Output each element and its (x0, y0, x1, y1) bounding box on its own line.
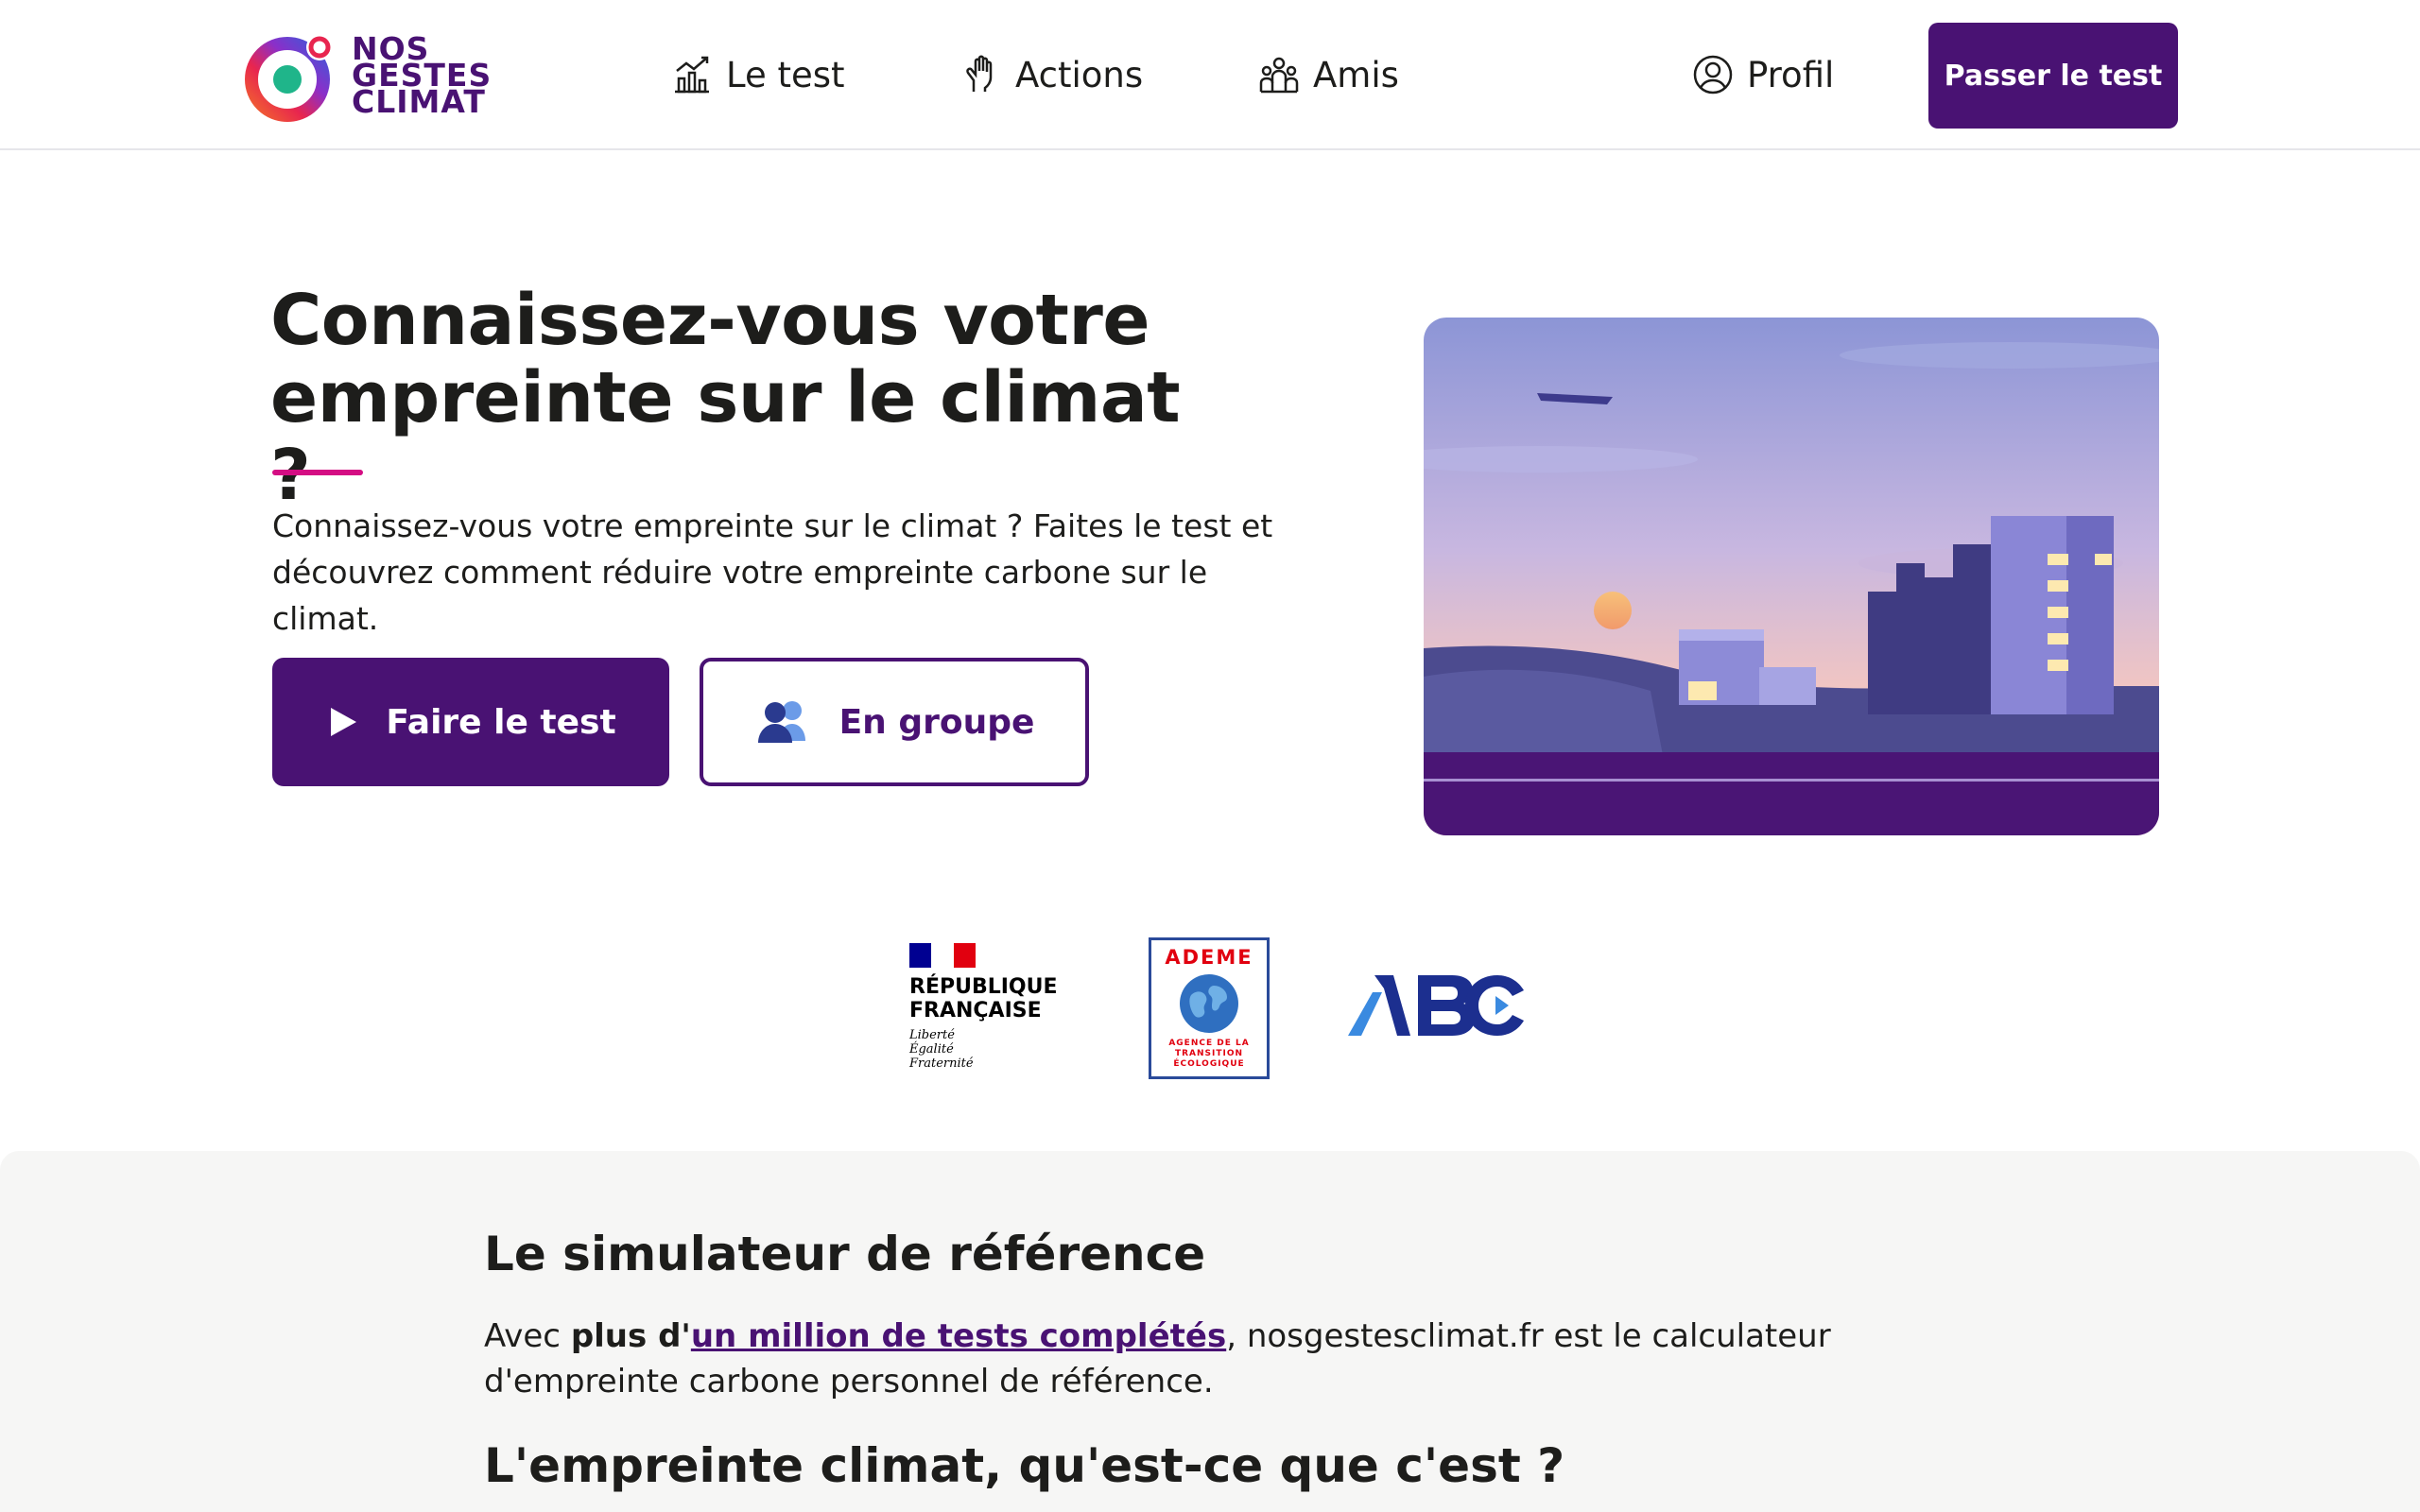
nav-amis[interactable]: Amis (1258, 49, 1399, 100)
chart-icon (675, 56, 709, 94)
button-label: Faire le test (386, 702, 616, 742)
logo-line: CLIMAT (352, 83, 486, 120)
nav-actions[interactable]: Actions (960, 49, 1143, 100)
globe-icon (1180, 974, 1238, 1033)
republique-francaise-logo[interactable]: RÉPUBLIQUE FRANÇAISE Liberté Égalité Fra… (909, 943, 1061, 1075)
ademe-sub: AGENCE DE LA (1168, 1039, 1250, 1048)
nav-label: Actions (1015, 54, 1144, 95)
rf-motto: Fraternité (909, 1057, 974, 1071)
ademe-sub: TRANSITION (1174, 1049, 1244, 1058)
hero-description: Connaissez-vous votre empreinte sur le c… (272, 507, 1273, 637)
nav-label: Amis (1313, 54, 1399, 95)
hero-illustration (1424, 318, 2159, 835)
rf-motto: Liberté (909, 1028, 955, 1042)
user-circle-icon (1693, 55, 1733, 94)
rf-line: FRANÇAISE (909, 999, 1042, 1022)
section-title-2: L'empreinte climat, qu'est-ce que c'est … (484, 1438, 1565, 1493)
million-tests-link[interactable]: un million de tests complétés (691, 1317, 1226, 1355)
play-icon (331, 708, 357, 736)
passer-le-test-button[interactable]: Passer le test (1928, 23, 2178, 129)
logo-icon (245, 34, 333, 122)
section-text: Avec plus d'un million de tests complété… (484, 1314, 1902, 1404)
marianne-flag-icon (909, 943, 976, 968)
logo-text: NOS GESTES CLIMAT (352, 33, 492, 120)
text-bold: plus d' (570, 1317, 691, 1355)
rf-motto: Égalité (909, 1042, 954, 1057)
abc-logo-mark (1348, 975, 1524, 1036)
faire-le-test-button[interactable]: Faire le test (272, 658, 669, 786)
ademe-name: ADEME (1165, 946, 1253, 969)
section-title: Le simulateur de référence (484, 1227, 1206, 1281)
hero-title: Connaissez-vous votre empreinte sur le c… (270, 280, 1181, 516)
title-underline (272, 470, 363, 475)
nav-le-test[interactable]: Le test (671, 49, 845, 100)
hand-icon (966, 55, 993, 92)
en-groupe-button[interactable]: En groupe (700, 658, 1089, 786)
button-label: En groupe (838, 702, 1035, 742)
ademe-logo[interactable]: ADEME AGENCE DE LA TRANSITION ÉCOLOGIQUE (1149, 937, 1270, 1079)
text-prefix: Avec (484, 1317, 571, 1355)
ademe-sub: ÉCOLOGIQUE (1173, 1059, 1245, 1069)
users-icon (757, 701, 805, 743)
group-icon (1259, 57, 1299, 94)
site-header: NOS GESTES CLIMAT Le test Actions Amis P… (0, 0, 2420, 150)
nav-profil[interactable]: Profil (1692, 49, 1834, 100)
nos-gestes-climat-logo[interactable]: NOS GESTES CLIMAT (244, 26, 492, 125)
nav-label: Le test (726, 54, 845, 95)
nav-label: Profil (1747, 54, 1835, 95)
abc-logo[interactable] (1344, 971, 1530, 1040)
rf-line: RÉPUBLIQUE (909, 975, 1058, 999)
